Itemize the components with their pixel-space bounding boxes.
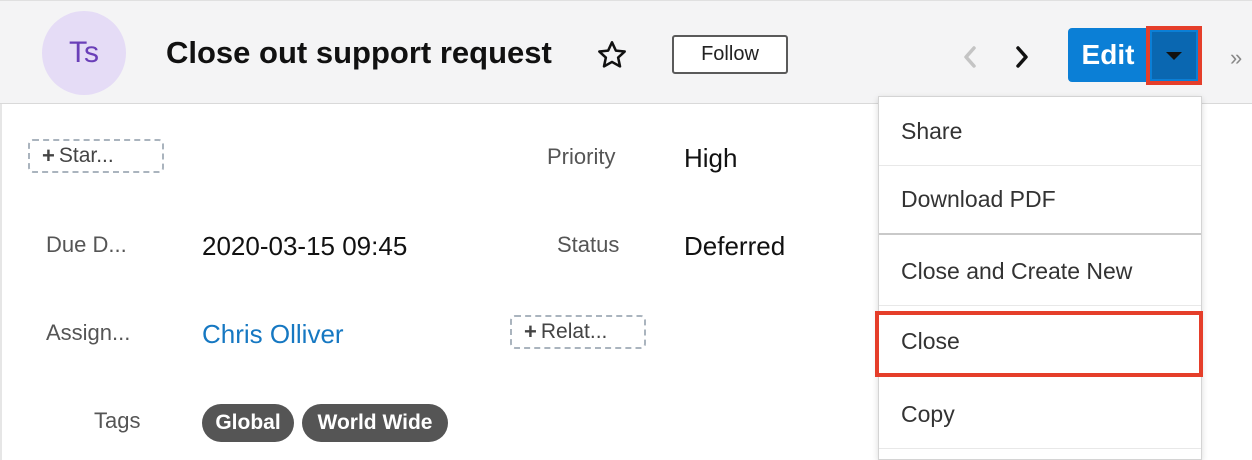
chevron-left-icon[interactable] bbox=[958, 43, 982, 71]
priority-label: Priority bbox=[547, 144, 616, 169]
assigned-label: Assign... bbox=[46, 320, 131, 345]
tag-badge[interactable]: Global bbox=[202, 404, 294, 442]
actions-dropdown-button[interactable] bbox=[1146, 26, 1202, 85]
double-chevron-right-icon[interactable]: » bbox=[1230, 45, 1242, 71]
edit-button[interactable]: Edit bbox=[1068, 28, 1148, 82]
tags-label: Tags bbox=[94, 408, 141, 433]
priority-value: High bbox=[684, 143, 738, 173]
menu-item-close-and-create-new[interactable]: Close and Create New bbox=[879, 237, 1201, 306]
star-icon[interactable] bbox=[596, 39, 628, 71]
menu-item-download-pdf[interactable]: Download PDF bbox=[879, 166, 1201, 235]
actions-menu: Share Download PDF Close and Create New … bbox=[875, 96, 1203, 460]
menu-item-copy[interactable]: Copy bbox=[879, 380, 1201, 449]
page-title: Close out support request bbox=[166, 35, 552, 70]
chevron-right-icon[interactable] bbox=[1010, 43, 1034, 71]
tag-badge[interactable]: World Wide bbox=[302, 404, 448, 442]
highlight-box bbox=[875, 311, 1203, 377]
follow-button[interactable]: Follow bbox=[672, 35, 788, 74]
caret-down-icon bbox=[1166, 51, 1182, 60]
due-date-value: 2020-03-15 09:45 bbox=[202, 231, 408, 261]
star-add-label: Star... bbox=[58, 144, 114, 167]
star-add-button[interactable]: + Star... bbox=[28, 139, 164, 173]
assigned-user-link[interactable]: Chris Olliver bbox=[202, 319, 344, 350]
plus-icon: + bbox=[42, 143, 55, 168]
menu-item-share[interactable]: Share bbox=[879, 97, 1201, 166]
avatar: Ts bbox=[42, 11, 126, 95]
status-value: Deferred bbox=[684, 231, 786, 261]
record-header: Ts Close out support request Follow Edit… bbox=[0, 0, 1252, 104]
related-add-button[interactable]: + Relat... bbox=[510, 315, 646, 349]
left-border bbox=[0, 104, 2, 460]
status-label: Status bbox=[557, 232, 620, 257]
plus-icon: + bbox=[524, 319, 537, 344]
related-add-label: Relat... bbox=[540, 320, 608, 343]
due-date-label: Due D... bbox=[46, 232, 127, 257]
caret-container bbox=[1152, 32, 1196, 79]
